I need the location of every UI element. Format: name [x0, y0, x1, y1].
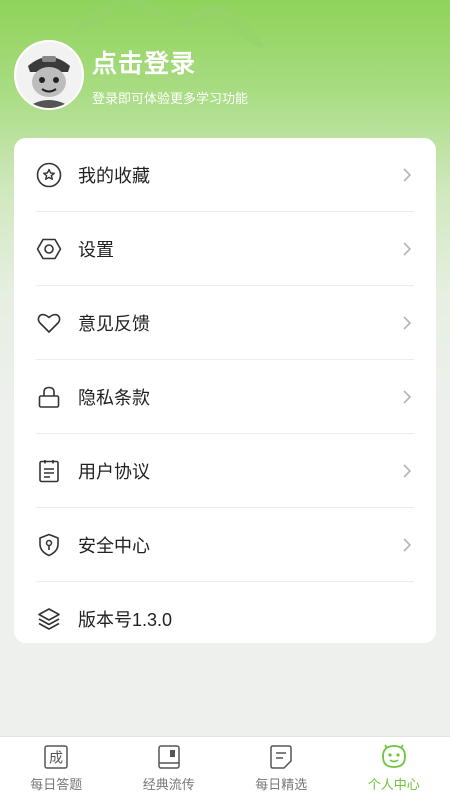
chevron-right-icon — [403, 463, 412, 478]
shield-icon — [36, 532, 62, 558]
hexagon-settings-icon — [36, 236, 62, 262]
avatar[interactable] — [14, 40, 84, 110]
bottom-tab-bar: 成 每日答题 经典流传 每日精选 个人中心 — [0, 736, 450, 800]
login-subtitle: 登录即可体验更多学习功能 — [92, 90, 249, 106]
note-icon — [268, 744, 294, 770]
login-header[interactable]: 点击登录 登录即可体验更多学习功能 — [14, 40, 434, 110]
star-circle-icon — [36, 162, 62, 188]
layers-icon — [36, 606, 62, 632]
menu-item-label: 我的收藏 — [78, 165, 150, 186]
menu-item-settings[interactable]: 设置 — [36, 212, 414, 286]
menu-item-label: 设置 — [78, 239, 114, 260]
chevron-right-icon — [403, 241, 412, 256]
heart-icon — [36, 310, 62, 336]
tab-label: 个人中心 — [367, 777, 420, 792]
clipboard-icon — [36, 458, 62, 484]
tab-label: 每日精选 — [255, 777, 308, 792]
chevron-right-icon — [403, 389, 412, 404]
tab-daily-quiz[interactable]: 成 每日答题 — [0, 737, 113, 800]
cartoon-avatar-icon — [16, 42, 82, 108]
tab-profile[interactable]: 个人中心 — [338, 737, 450, 800]
tab-classics[interactable]: 经典流传 — [113, 737, 226, 800]
chevron-right-icon — [403, 537, 412, 552]
chevron-right-icon — [403, 315, 412, 330]
idiom-char: 成 — [49, 751, 63, 767]
menu-item-label: 安全中心 — [78, 535, 150, 556]
smiley-bubble-icon — [381, 744, 407, 770]
menu-item-label: 用户协议 — [78, 461, 150, 482]
tab-label: 经典流传 — [142, 777, 195, 792]
book-icon — [156, 744, 182, 770]
menu-item-user-agreement[interactable]: 用户协议 — [36, 434, 414, 508]
tab-label: 每日答题 — [30, 777, 83, 792]
version-label: 版本号1.3.0 — [78, 610, 173, 630]
menu-card: 我的收藏 设置 意见反馈 隐私条款 用户协议 安全中心 版本号1.3.0 — [14, 138, 436, 643]
menu-item-favorites[interactable]: 我的收藏 — [36, 138, 414, 212]
menu-item-privacy[interactable]: 隐私条款 — [36, 360, 414, 434]
lock-icon — [36, 384, 62, 410]
menu-item-security[interactable]: 安全中心 — [36, 508, 414, 582]
chevron-right-icon — [403, 167, 412, 182]
tab-daily-picks[interactable]: 每日精选 — [225, 737, 338, 800]
bamboo-leaf-decoration — [71, 0, 129, 37]
menu-item-feedback[interactable]: 意见反馈 — [36, 286, 414, 360]
menu-item-label: 隐私条款 — [78, 387, 150, 408]
login-title[interactable]: 点击登录 — [92, 44, 248, 80]
idiom-char-icon: 成 — [43, 744, 69, 770]
menu-item-label: 意见反馈 — [78, 313, 150, 334]
menu-item-version: 版本号1.3.0 — [36, 582, 414, 656]
